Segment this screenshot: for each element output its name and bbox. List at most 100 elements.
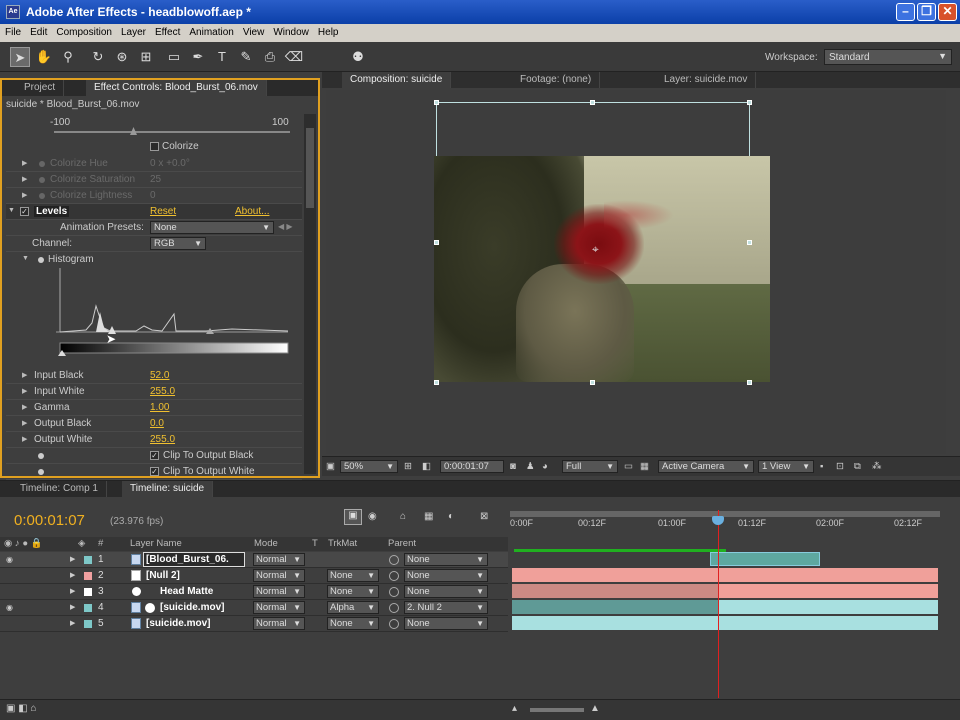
hand-tool-icon[interactable]: ✋: [34, 47, 54, 67]
layer-name[interactable]: Head Matte: [160, 586, 213, 597]
menu-help[interactable]: Help: [313, 24, 343, 38]
reset-button[interactable]: Reset: [150, 206, 176, 217]
col-layer-name[interactable]: Layer Name: [130, 538, 182, 549]
frame-blending-icon[interactable]: ▦: [424, 511, 433, 522]
menu-layer[interactable]: Layer: [116, 24, 150, 38]
always-preview-icon[interactable]: ▣: [326, 461, 335, 472]
menu-view[interactable]: View: [238, 24, 269, 38]
transparency-grid-icon[interactable]: ▦: [640, 461, 649, 472]
levels-effect-name[interactable]: Levels: [34, 206, 70, 217]
parent-pickwhip-icon[interactable]: [389, 603, 399, 613]
show-snapshot-icon[interactable]: ♟: [526, 461, 535, 472]
draft-3d-icon[interactable]: ◉: [368, 511, 377, 522]
tab-project[interactable]: Project: [16, 80, 65, 96]
parent-select[interactable]: None ▼: [404, 553, 488, 566]
expand-arrow-icon[interactable]: ▶: [70, 603, 75, 611]
brush-tool-icon[interactable]: ✎: [236, 47, 256, 67]
param-value[interactable]: 25: [150, 174, 161, 185]
slider-track[interactable]: [54, 131, 290, 133]
selection-tool-icon[interactable]: ➤: [10, 47, 30, 67]
param-value[interactable]: 1.00: [150, 402, 169, 413]
transform-handle[interactable]: [434, 100, 439, 105]
expand-arrow-icon[interactable]: ▶: [22, 371, 27, 379]
param-value[interactable]: 0.0: [150, 418, 164, 429]
colorize-checkbox[interactable]: [150, 142, 159, 151]
eye-icon[interactable]: ◉: [6, 604, 16, 612]
snapshot-icon[interactable]: ◧: [422, 461, 431, 472]
layer-name[interactable]: [Null 2]: [146, 570, 180, 581]
trkmat-select[interactable]: Alpha ▼: [327, 601, 379, 614]
stopwatch-icon[interactable]: [39, 177, 45, 183]
current-time-display[interactable]: 0:00:01:07: [440, 460, 504, 473]
transform-handle[interactable]: [747, 380, 752, 385]
tab-composition[interactable]: Composition: suicide: [342, 72, 452, 88]
layer-name[interactable]: [suicide.mov]: [160, 602, 224, 613]
expand-arrow-icon[interactable]: ▶: [22, 175, 27, 183]
trkmat-select[interactable]: None ▼: [327, 585, 379, 598]
mode-select[interactable]: Normal ▼: [253, 601, 305, 614]
mode-select[interactable]: Normal ▼: [253, 569, 305, 582]
motion-blur-icon[interactable]: ◐: [448, 511, 454, 522]
mode-select[interactable]: Normal ▼: [253, 617, 305, 630]
stopwatch-icon[interactable]: [38, 453, 44, 459]
label-color-swatch[interactable]: [84, 556, 92, 564]
parent-pickwhip-icon[interactable]: [389, 571, 399, 581]
channel-icon[interactable]: ◕: [542, 461, 548, 472]
label-color-swatch[interactable]: [84, 572, 92, 580]
timeline-icon[interactable]: ⧉: [854, 461, 861, 472]
restore-button[interactable]: ❐: [917, 3, 936, 21]
zoom-out-icon[interactable]: ▴: [512, 703, 517, 714]
camera-orbit-icon[interactable]: ⊛: [112, 47, 132, 67]
menu-window[interactable]: Window: [268, 24, 313, 38]
transform-handle[interactable]: [747, 100, 752, 105]
tab-footage[interactable]: Footage: (none): [512, 72, 601, 88]
parent-pickwhip-icon[interactable]: [389, 587, 399, 597]
collapse-arrow-icon[interactable]: ▼: [8, 207, 15, 214]
composition-mini-flowchart-icon[interactable]: ▣: [344, 509, 362, 525]
scroll-thumb[interactable]: [306, 128, 314, 208]
param-value[interactable]: 0 x +0.0°: [150, 158, 190, 169]
zoom-tool-icon[interactable]: ⚲: [58, 47, 78, 67]
graph-editor-icon[interactable]: ⊠: [480, 511, 488, 522]
transform-handle[interactable]: [434, 380, 439, 385]
timeline-timecode[interactable]: 0:00:01:07: [14, 512, 85, 529]
zoom-select[interactable]: 50% ▼: [340, 460, 398, 473]
layer-row[interactable]: ◉ ▶ 1 [Blood_Burst_06. Normal ▼ None ▼: [0, 552, 508, 568]
puppet-pin-icon[interactable]: ⚉: [348, 47, 368, 67]
camera-snapshot-icon[interactable]: ◙: [510, 461, 516, 472]
transform-handle[interactable]: [747, 240, 752, 245]
safe-zones-icon[interactable]: ⊞: [404, 461, 412, 472]
expand-arrow-icon[interactable]: ▶: [70, 555, 75, 563]
mode-select[interactable]: Normal ▼: [253, 585, 305, 598]
clip-white-checkbox[interactable]: ✓: [150, 467, 159, 476]
tab-layer[interactable]: Layer: suicide.mov: [656, 72, 757, 88]
label-color-swatch[interactable]: [84, 588, 92, 596]
layer-duration-bar[interactable]: [512, 584, 718, 598]
menu-composition[interactable]: Composition: [51, 24, 116, 38]
menu-file[interactable]: File: [0, 24, 25, 38]
view-layout-select[interactable]: 1 View ▼: [758, 460, 814, 473]
layer-name[interactable]: [suicide.mov]: [146, 618, 210, 629]
stopwatch-icon[interactable]: [38, 257, 44, 263]
layer-duration-bar[interactable]: [718, 600, 938, 614]
param-value[interactable]: 0: [150, 190, 156, 201]
stopwatch-icon[interactable]: [39, 161, 45, 167]
expand-arrow-icon[interactable]: ▶: [22, 191, 27, 199]
expand-arrow-icon[interactable]: ▶: [22, 403, 27, 411]
work-area-bar[interactable]: [510, 511, 940, 517]
expand-arrow-icon[interactable]: ▶: [70, 571, 75, 579]
parent-select[interactable]: 2. Null 2 ▼: [404, 601, 488, 614]
clone-stamp-icon[interactable]: ⎙: [260, 47, 280, 67]
minimize-button[interactable]: –: [896, 3, 915, 21]
menu-animation[interactable]: Animation: [184, 24, 237, 38]
layer-duration-bar[interactable]: [512, 568, 938, 582]
fast-previews-icon[interactable]: ⊡: [836, 461, 844, 472]
transform-handle[interactable]: [590, 380, 595, 385]
parent-select[interactable]: None ▼: [404, 569, 488, 582]
trkmat-select[interactable]: None ▼: [327, 569, 379, 582]
tab-timeline-comp1[interactable]: Timeline: Comp 1: [12, 481, 107, 497]
param-value[interactable]: 255.0: [150, 386, 175, 397]
pan-behind-icon[interactable]: ⊞: [136, 47, 156, 67]
zoom-in-icon[interactable]: ▲: [590, 703, 600, 714]
tab-timeline-suicide[interactable]: Timeline: suicide: [122, 481, 214, 497]
